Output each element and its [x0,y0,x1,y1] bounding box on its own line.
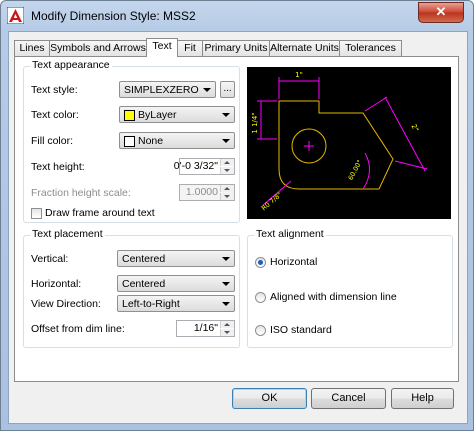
close-button[interactable]: ✕ [418,2,464,23]
color-swatch [124,110,135,121]
fill-color-label: Fill color: [31,135,74,147]
fraction-height-scale-label: Fraction height scale: [31,187,131,199]
spin-down-icon[interactable] [220,329,234,336]
tab-lines[interactable]: Lines [14,40,50,56]
vertical-label: Vertical: [31,253,69,265]
radio-iso-standard[interactable] [255,325,266,336]
ok-button[interactable]: OK [232,388,307,409]
spin-down-icon[interactable] [220,167,234,174]
title-bar[interactable]: Modify Dimension Style: MSS2 ✕ [1,1,473,31]
autocad-app-icon [7,7,24,24]
chevron-down-icon [222,257,230,261]
text-style-browse-button[interactable]: ... [220,81,235,98]
fraction-height-scale-value: 1.0000 [185,186,218,198]
dim-top-text: 1" [295,71,303,79]
text-appearance-title: Text appearance [30,59,112,71]
text-placement-group: Text placement Vertical: Centered Horizo… [23,228,240,348]
view-direction-dropdown[interactable]: Left-to-Right [117,295,235,312]
text-color-value: ByLayer [138,109,177,121]
radio-aligned[interactable] [255,292,266,303]
offset-value: 1/16" [193,322,218,334]
horizontal-dropdown[interactable]: Centered [117,275,235,292]
text-tab-panel: Text appearance Text style: SIMPLEXZERO … [14,56,459,382]
chevron-down-icon [222,139,230,143]
window-title: Modify Dimension Style: MSS2 [31,9,196,23]
spin-up-icon[interactable] [220,321,234,328]
cancel-button[interactable]: Cancel [311,388,386,409]
chevron-down-icon [222,282,230,286]
dim-right-text: 2" [409,123,420,134]
text-height-value: 0'-0 3/32" [173,160,218,172]
preview-drawing: 1" 1 1/4" 2" 60.00° R0 7/8" [251,71,428,213]
text-style-value: SIMPLEXZERO [124,84,199,96]
fill-color-value: None [138,135,164,147]
text-style-label: Text style: [31,84,78,96]
ext-line [364,96,388,112]
radio-aligned-label[interactable]: Aligned with dimension line [270,291,397,303]
text-placement-title: Text placement [30,228,105,240]
vertical-dropdown[interactable]: Centered [117,250,235,267]
text-appearance-group: Text appearance Text style: SIMPLEXZERO … [23,59,240,223]
tab-alternate-units[interactable]: Alternate Units [269,40,340,56]
fraction-height-scale-spinner[interactable]: 1.0000 [179,184,235,201]
spin-up-icon[interactable] [220,159,234,166]
tab-tolerances[interactable]: Tolerances [339,40,402,56]
color-swatch [124,136,135,147]
spin-up-icon[interactable] [220,185,234,192]
vertical-value: Centered [122,253,166,265]
dim-angle-text: 60.00° [347,159,364,182]
radio-horizontal-label[interactable]: Horizontal [270,256,317,268]
draw-frame-label[interactable]: Draw frame around text [45,207,155,219]
spin-down-icon[interactable] [220,193,234,200]
text-height-spinner[interactable]: 0'-0 3/32" [174,158,235,175]
tab-fit[interactable]: Fit [177,40,203,56]
text-alignment-group: Text alignment Horizontal Aligned with d… [247,228,453,348]
text-style-dropdown[interactable]: SIMPLEXZERO [119,81,216,98]
text-alignment-title: Text alignment [254,228,326,240]
fill-color-dropdown[interactable]: None [119,132,235,149]
dim-left-text: 1 1/4" [251,112,259,133]
text-height-label: Text height: [31,161,85,173]
text-color-dropdown[interactable]: ByLayer [119,106,235,123]
chevron-down-icon [203,88,211,92]
close-icon: ✕ [435,4,447,19]
draw-frame-checkbox[interactable] [31,208,42,219]
dim-arc-angle [362,152,370,190]
help-button[interactable]: Help [391,388,454,409]
tab-symbols-and-arrows[interactable]: Symbols and Arrows [49,40,147,56]
horizontal-value: Centered [122,278,166,290]
chevron-down-icon [222,113,230,117]
dim-radius-text: R0 7/8" [260,191,284,213]
text-color-label: Text color: [31,109,79,121]
offset-label: Offset from dim line: [31,323,125,335]
view-direction-label: View Direction: [31,298,101,310]
radio-horizontal[interactable] [255,257,266,268]
offset-spinner[interactable]: 1/16" [176,320,235,337]
radio-iso-standard-label[interactable]: ISO standard [270,324,332,336]
horizontal-label: Horizontal: [31,278,82,290]
dimension-preview: 1" 1 1/4" 2" 60.00° R0 7/8" [247,67,451,219]
tab-text[interactable]: Text [146,38,178,57]
chevron-down-icon [222,302,230,306]
view-direction-value: Left-to-Right [122,298,180,310]
dim-line-right [384,96,426,172]
part-outline [278,100,394,190]
tab-primary-units[interactable]: Primary Units [202,40,270,56]
